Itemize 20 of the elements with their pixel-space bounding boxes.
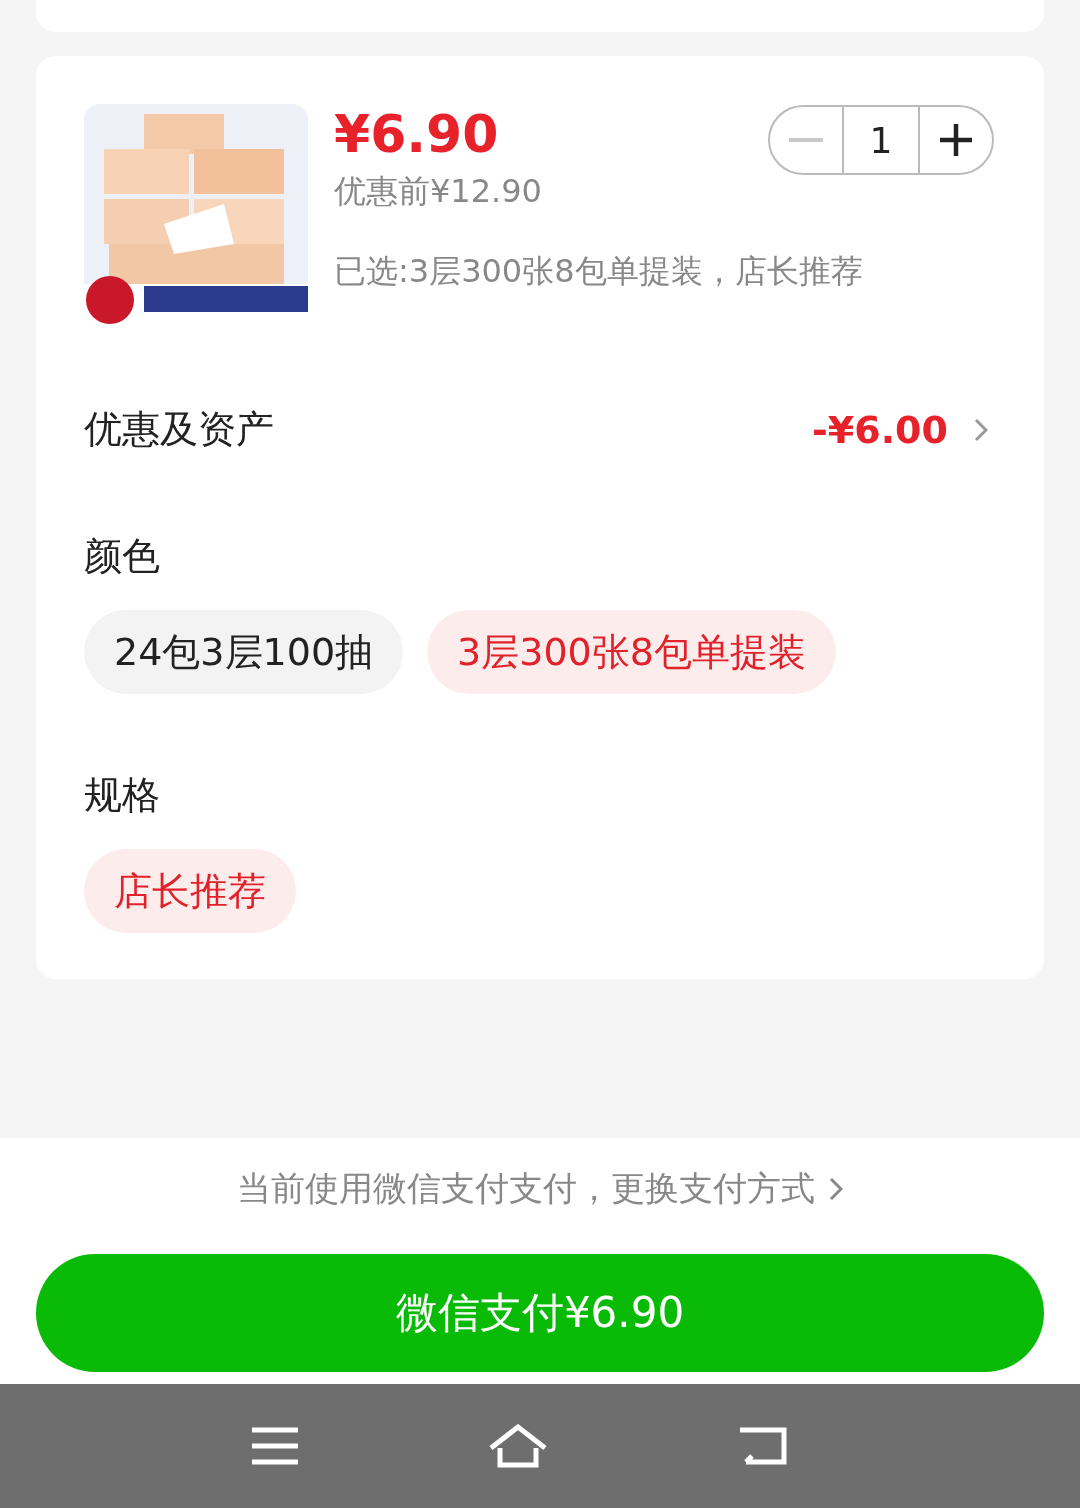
option-title: 规格 [84,772,161,819]
original-price: 优惠前¥12.90 [334,171,542,212]
back-icon[interactable] [738,1426,788,1466]
discount-label: 优惠及资产 [84,406,275,453]
option-chip[interactable]: 店长推荐 [84,849,296,933]
option-chip[interactable]: 24包3层100抽 [84,610,404,694]
home-icon[interactable] [488,1424,548,1468]
plus-icon [940,124,972,156]
discount-value: -¥6.00 [812,407,948,452]
selection-summary: 已选:3层300张8包单提装，店长推荐 [334,251,864,292]
menu-icon[interactable] [252,1427,298,1465]
option-title: 颜色 [84,533,161,580]
quantity-value: 1 [842,107,920,173]
chevron-right-icon [829,1177,843,1201]
price: ¥6.90 [334,104,499,164]
minus-icon [789,138,823,142]
option-chip[interactable]: 3层300张8包单提装 [427,610,836,694]
chevron-right-icon [974,417,988,442]
payment-method-link[interactable]: 当前使用微信支付支付，更换支付方式 [237,1166,815,1212]
pay-button[interactable]: 微信支付¥6.90 [36,1254,1044,1372]
